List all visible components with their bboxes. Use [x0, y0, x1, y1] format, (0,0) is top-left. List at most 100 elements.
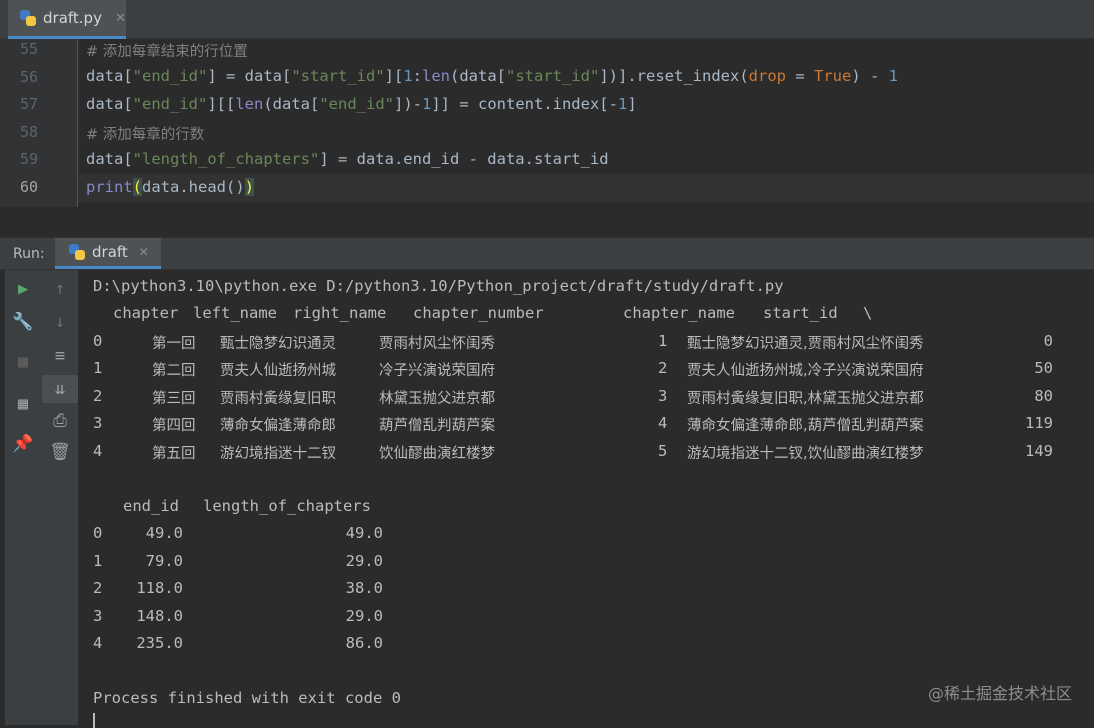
- cell-chapter-number: 5: [658, 442, 668, 460]
- row-index: 3: [93, 414, 103, 432]
- editor-tab-bar: draft.py ✕: [0, 0, 1094, 39]
- cell-chapter-name: 贾夫人仙逝扬州城,冷子兴演说荣国府: [687, 363, 924, 379]
- run-config-name: draft: [92, 243, 128, 261]
- cell-chapter-number: 2: [658, 359, 668, 377]
- col-header-end-id: end_id: [123, 497, 179, 515]
- cell-chapter-number: 1: [658, 332, 668, 350]
- run-tab-draft[interactable]: draft ✕: [55, 238, 161, 269]
- cell-length-of-chapters: 49.0: [345, 524, 383, 542]
- console-command-line: D:\python3.10\python.exe D:/python3.10/P…: [93, 277, 784, 295]
- cell-chapter-number: 4: [658, 414, 668, 432]
- editor-bottom-area: [0, 207, 1094, 238]
- console-caret: [93, 713, 95, 728]
- cell-start-id: 119: [1025, 414, 1053, 432]
- cell-length-of-chapters: 86.0: [345, 634, 383, 652]
- cell-length-of-chapters: 38.0: [345, 579, 383, 597]
- cell-chapter-name: 游幻境指迷十二钗,饮仙醪曲演红楼梦: [687, 446, 924, 462]
- cell-end-id: 148.0: [136, 607, 183, 625]
- col-header-start-id: start_id: [763, 304, 838, 322]
- run-toolbar-left: ▶ 🔧 ■ ▦ 📌: [5, 270, 43, 725]
- stop-icon[interactable]: ■: [5, 348, 41, 376]
- code-line-56: data["end_id"] = data["start_id"][1:len(…: [86, 67, 898, 85]
- close-tab-icon[interactable]: ✕: [115, 11, 126, 26]
- code-line-60: print(data.head()): [86, 178, 255, 196]
- cell-chapter: 第二回: [152, 363, 196, 379]
- cell-length-of-chapters: 29.0: [345, 552, 383, 570]
- row-index: 2: [93, 387, 103, 405]
- cell-chapter-name: 甄士隐梦幻识通灵,贾雨村风尘怀闺秀: [687, 336, 924, 352]
- code-line-57: data["end_id"][[len(data["end_id"])-1]] …: [86, 95, 637, 113]
- cell-start-id: 149: [1025, 442, 1053, 460]
- row-index: 0: [93, 524, 103, 542]
- tab-filename: draft.py: [43, 9, 102, 27]
- cell-start-id: 80: [1034, 387, 1053, 405]
- run-label: Run:: [13, 246, 45, 262]
- cell-end-id: 79.0: [145, 552, 183, 570]
- line-number: 55: [19, 40, 38, 58]
- code-line-55: # 添加每章结束的行位置: [86, 44, 248, 60]
- up-arrow-icon[interactable]: ↑: [42, 275, 78, 303]
- cell-left-name: 甄士隐梦幻识通灵: [220, 336, 336, 352]
- row-index: 4: [93, 442, 103, 460]
- row-index: 2: [93, 579, 103, 597]
- run-tool-window-header: Run: draft ✕: [0, 238, 1094, 270]
- cell-chapter: 第三回: [152, 391, 196, 407]
- cell-right-name: 冷子兴演说荣国府: [379, 363, 495, 379]
- close-run-tab-icon[interactable]: ✕: [139, 245, 149, 259]
- col-header-chapter-number: chapter_number: [413, 304, 544, 322]
- python-file-icon: [20, 10, 36, 26]
- cell-chapter: 第一回: [152, 336, 196, 352]
- line-number-gutter: 55 56 57 58 59 60: [0, 39, 78, 207]
- cell-left-name: 贾夫人仙逝扬州城: [220, 363, 336, 379]
- cell-chapter-number: 3: [658, 387, 668, 405]
- layout-icon[interactable]: ▦: [5, 390, 41, 418]
- print-icon[interactable]: ⎙: [42, 407, 78, 435]
- cell-right-name: 林黛玉抛父进京都: [379, 391, 495, 407]
- cell-start-id: 50: [1034, 359, 1053, 377]
- cell-end-id: 235.0: [136, 634, 183, 652]
- line-continuation: \: [863, 304, 873, 322]
- line-number: 57: [19, 95, 38, 113]
- cell-left-name: 薄命女偏逢薄命郎: [220, 418, 336, 434]
- col-header-chapter: chapter: [113, 304, 179, 322]
- line-number: 58: [19, 123, 38, 141]
- cell-chapter-name: 薄命女偏逢薄命郎,葫芦僧乱判葫芦案: [687, 418, 924, 434]
- run-console-output[interactable]: D:\python3.10\python.exe D:/python3.10/P…: [79, 270, 1094, 728]
- down-arrow-icon[interactable]: ↓: [42, 308, 78, 336]
- watermark: @稀土掘金技术社区: [927, 684, 1072, 703]
- code-editor[interactable]: 55 56 57 58 59 60 # 添加每章结束的行位置 data["end…: [0, 39, 1094, 207]
- cell-right-name: 葫芦僧乱判葫芦案: [379, 418, 495, 434]
- cell-chapter: 第四回: [152, 418, 196, 434]
- row-index: 1: [93, 359, 103, 377]
- scroll-to-end-icon[interactable]: ⇊: [42, 375, 78, 403]
- cell-end-id: 118.0: [136, 579, 183, 597]
- col-header-chapter-name: chapter_name: [623, 304, 735, 322]
- python-run-config-icon: [69, 244, 85, 260]
- col-header-right-name: right_name: [293, 304, 387, 322]
- cell-end-id: 49.0: [145, 524, 183, 542]
- run-toolbar-right: ↑ ↓ ≡ ⇊ ⎙ 🗑: [42, 270, 79, 725]
- tab-draft-py[interactable]: draft.py ✕: [8, 0, 126, 39]
- soft-wrap-icon[interactable]: ≡: [42, 342, 78, 370]
- line-number-current: 60: [19, 178, 38, 196]
- col-header-length-of-chapters: length_of_chapters: [203, 497, 371, 515]
- code-line-59: data["length_of_chapters"] = data.end_id…: [86, 150, 609, 168]
- row-index: 4: [93, 634, 103, 652]
- pin-icon[interactable]: 📌: [5, 430, 41, 458]
- cell-length-of-chapters: 29.0: [345, 607, 383, 625]
- row-index: 0: [93, 332, 103, 350]
- cell-right-name: 饮仙醪曲演红楼梦: [379, 446, 495, 462]
- cell-right-name: 贾雨村风尘怀闺秀: [379, 336, 495, 352]
- cell-chapter-name: 贾雨村夤缘复旧职,林黛玉抛父进京都: [687, 391, 924, 407]
- cell-left-name: 游幻境指迷十二钗: [220, 446, 336, 462]
- line-number: 59: [19, 150, 38, 168]
- cell-chapter: 第五回: [152, 446, 196, 462]
- cell-start-id: 0: [1043, 332, 1053, 350]
- trash-icon[interactable]: 🗑: [42, 438, 78, 466]
- process-exit-message: Process finished with exit code 0: [93, 689, 401, 707]
- line-number: 56: [19, 68, 38, 86]
- run-icon[interactable]: ▶: [5, 275, 41, 303]
- cell-left-name: 贾雨村夤缘复旧职: [220, 391, 336, 407]
- row-index: 3: [93, 607, 103, 625]
- wrench-icon[interactable]: 🔧: [5, 308, 41, 336]
